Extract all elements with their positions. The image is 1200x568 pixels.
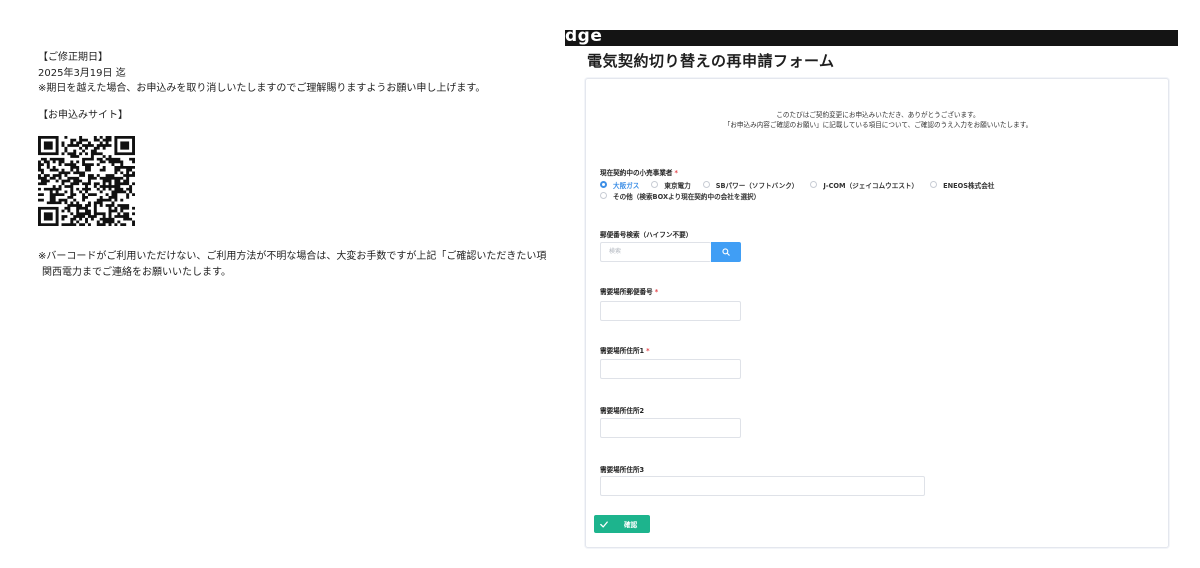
radio-icon xyxy=(651,181,659,188)
radio-option-eneos[interactable]: ENEOS株式会社 xyxy=(930,180,994,190)
barcode-note-line2: 関西電力までご連絡をお願いいたします。 xyxy=(42,266,231,278)
intro-line1: このたびはご契約変更にお申込みいただき、ありがとうございます。 xyxy=(776,111,980,119)
required-mark: * xyxy=(646,347,650,355)
email-panel: 【ご修正期日】 2025年3月19日 迄 ※期日を越えた場合、お申込みを取り消し… xyxy=(0,0,565,568)
postal-search-button[interactable] xyxy=(711,242,741,262)
barcode-note-line1: ※バーコードがご利用いただけない、ご利用方法が不明な場合は、大変お手数ですが上記… xyxy=(38,251,547,262)
radio-icon xyxy=(810,181,818,188)
provider-radio-row-2: その他（検索BOXより現在契約中の会社を選択） xyxy=(600,190,772,201)
form-panel: dge 電気契約切り替えの再申請フォーム このたびはご契約変更にお申込みいただき… xyxy=(565,0,1200,568)
radio-icon xyxy=(702,181,710,188)
form-card: このたびはご契約変更にお申込みいただき、ありがとうございます。 「お申込み内容ご… xyxy=(585,78,1169,548)
barcode-note: ※バーコードがご利用いただけない、ご利用方法が不明な場合は、大変お手数ですが上記… xyxy=(38,249,546,280)
postal-search-label: 郵便番号検索（ハイフン不要） xyxy=(600,231,693,239)
provider-label: 現在契約中の小売事業者 * xyxy=(600,169,678,177)
form-title: 電気契約切り替えの再申請フォーム xyxy=(587,52,835,70)
provider-radio-row-1: 大阪ガス 東京電力 SBパワー（ソフトバンク） J-COM（ジェイコムウエスト）… xyxy=(600,179,1006,190)
screenshot-root: 【ご修正期日】 2025年3月19日 迄 ※期日を越えた場合、お申込みを取り消し… xyxy=(0,0,1200,568)
required-mark: * xyxy=(654,288,659,296)
deadline-note: ※期日を越えた場合、お申込みを取り消しいたしますのでご理解賜りますようお願い申し… xyxy=(38,83,486,94)
radio-option-jcom[interactable]: J-COM（ジェイコムウエスト） xyxy=(810,180,918,190)
search-icon xyxy=(722,248,730,256)
address3-label: 需要場所住所3 xyxy=(600,466,645,474)
postal-search-input[interactable]: 検索 xyxy=(600,242,711,262)
site-section: 【お申込みサイト】 xyxy=(38,108,128,124)
confirm-label: 確認 xyxy=(624,521,638,529)
address2-input[interactable] xyxy=(600,418,741,438)
deadline-date: 2025年3月19日 迄 xyxy=(38,67,126,79)
radio-icon xyxy=(930,181,938,188)
radio-option-osaka-gas[interactable]: 大阪ガス xyxy=(600,180,639,190)
deadline-heading: 【ご修正期日】 xyxy=(38,52,108,63)
radio-option-sb-power[interactable]: SBパワー（ソフトバンク） xyxy=(702,180,798,190)
address1-label: 需要場所住所1 * xyxy=(600,347,650,355)
radio-icon xyxy=(600,192,607,199)
qr-code-icon xyxy=(38,136,135,226)
radio-selected-icon xyxy=(600,181,607,188)
postal-code-label: 需要場所郵便番号 * xyxy=(600,288,659,296)
address3-input[interactable] xyxy=(600,476,925,496)
address2-label: 需要場所住所2 xyxy=(600,407,645,415)
required-mark: * xyxy=(674,169,678,177)
postal-code-input[interactable] xyxy=(600,301,741,321)
radio-option-tepco[interactable]: 東京電力 xyxy=(651,180,691,190)
brand-fragment: dge xyxy=(565,26,603,46)
radio-option-other[interactable]: その他（検索BOXより現在契約中の会社を選択） xyxy=(600,191,760,201)
qr-code-image[interactable] xyxy=(38,136,135,226)
address1-input[interactable] xyxy=(600,359,741,379)
confirm-button[interactable]: 確認 xyxy=(594,515,650,533)
deadline-section: 【ご修正期日】 2025年3月19日 迄 ※期日を越えた場合、お申込みを取り消し… xyxy=(38,50,485,97)
intro-line2: 「お申込み内容ご確認のお願い」に記載している項目について、ご確認のうえ入力をお願… xyxy=(723,121,1033,129)
site-heading: 【お申込みサイト】 xyxy=(38,110,128,121)
check-icon xyxy=(600,520,608,528)
top-bar: dge xyxy=(565,26,1178,46)
